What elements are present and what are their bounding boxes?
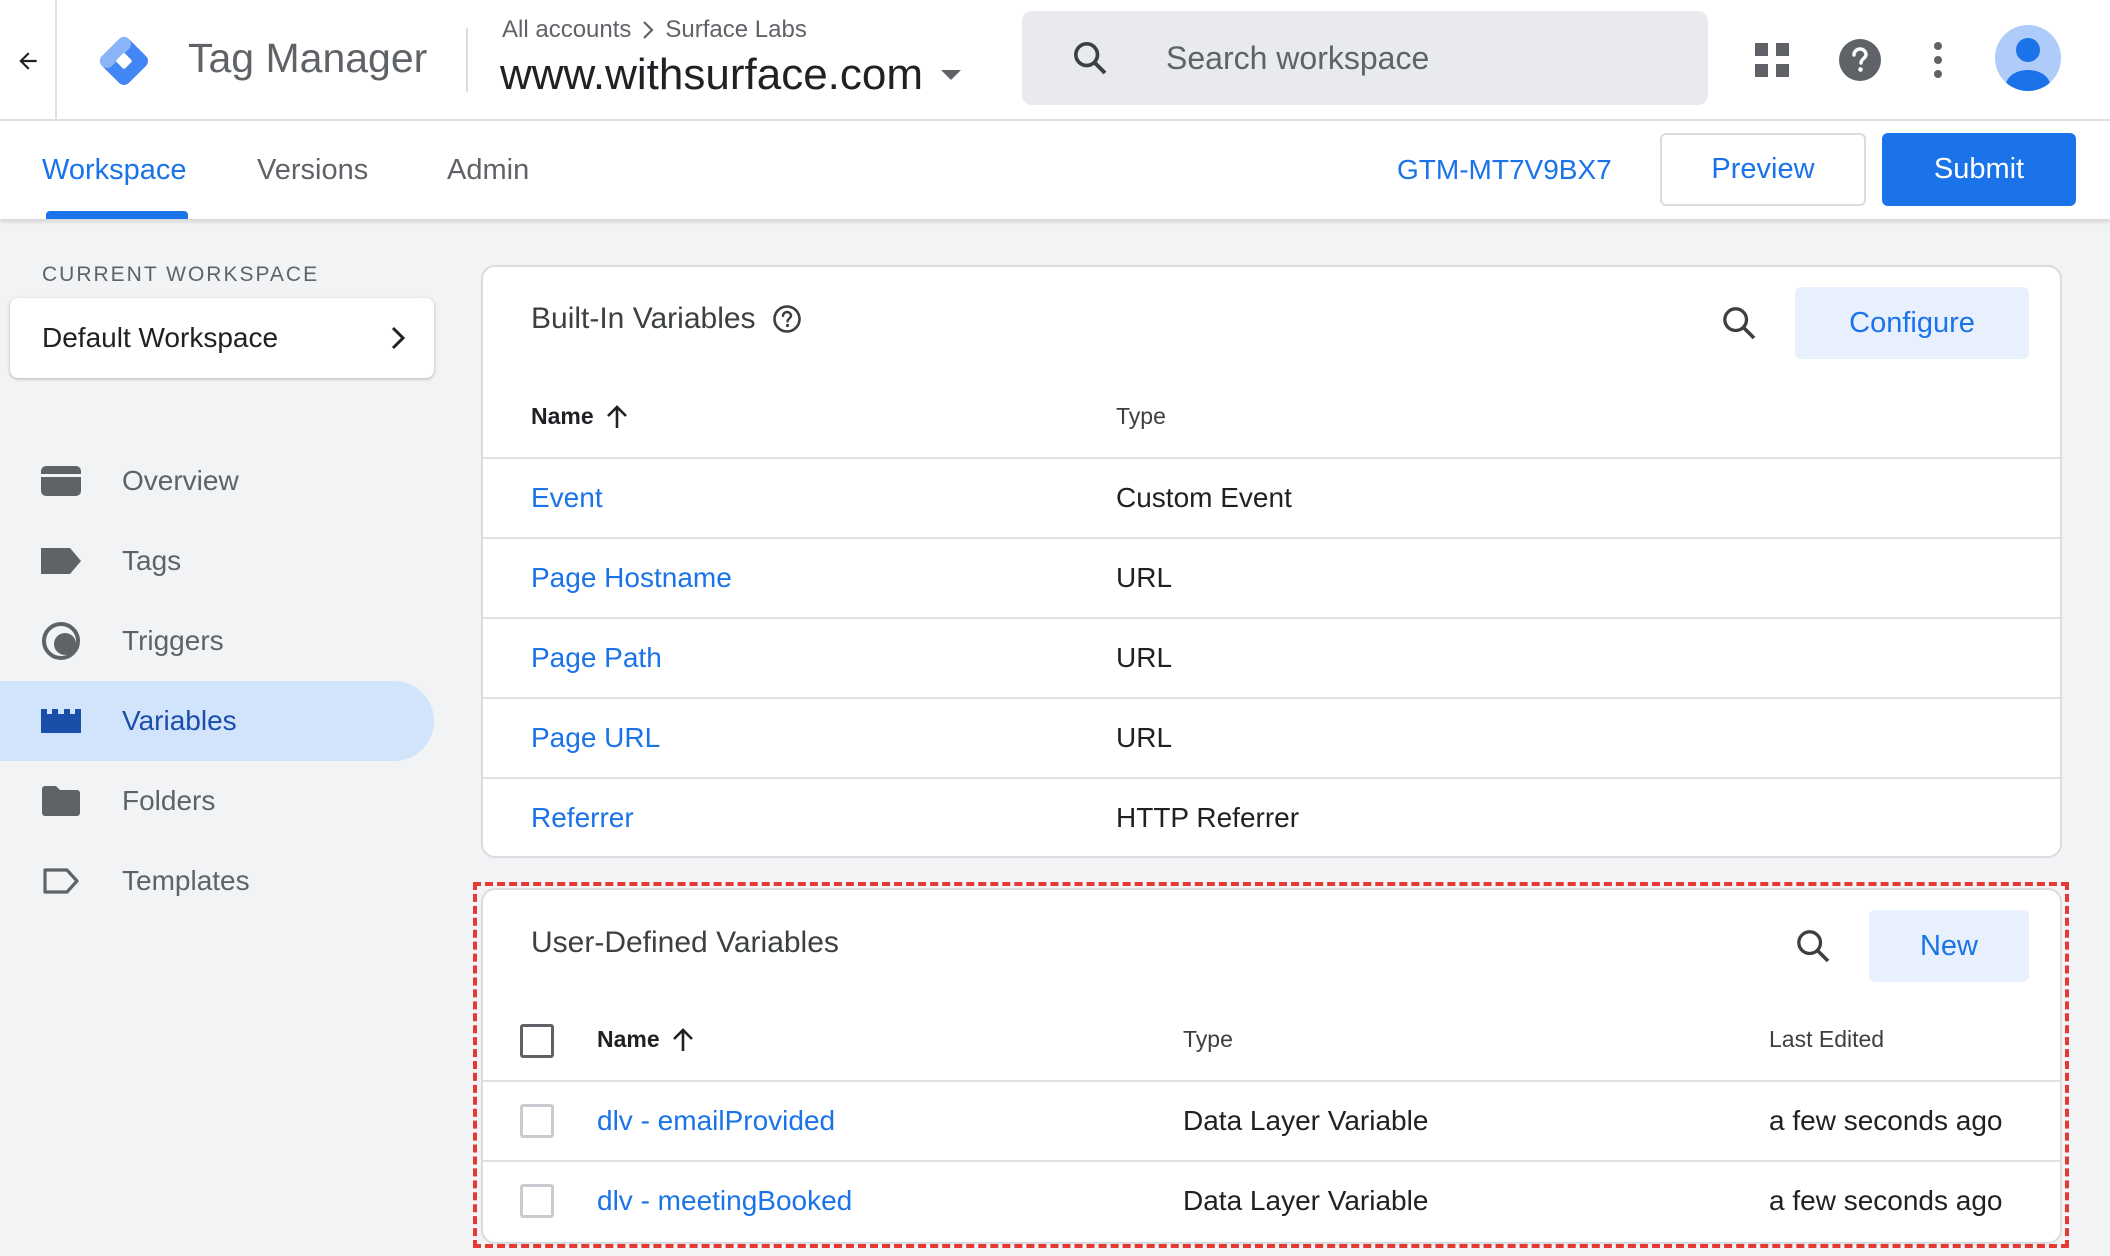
search-icon[interactable] bbox=[1719, 303, 1759, 343]
workspace-name: Default Workspace bbox=[42, 322, 279, 353]
tag-manager-logo-icon bbox=[92, 31, 156, 91]
help-outline-icon[interactable] bbox=[772, 304, 802, 334]
table-row[interactable]: Event Custom Event bbox=[483, 457, 2060, 537]
sidebar-item-label: Triggers bbox=[122, 625, 224, 656]
search-input[interactable] bbox=[1166, 39, 1686, 77]
breadcrumb-all-accounts[interactable]: All accounts bbox=[502, 16, 631, 44]
sidebar-item-templates[interactable]: Templates bbox=[0, 841, 434, 921]
template-icon bbox=[40, 860, 82, 902]
sidebar-item-overview[interactable]: Overview bbox=[0, 441, 434, 521]
tab-workspace[interactable]: Workspace bbox=[42, 121, 187, 219]
chevron-right-icon bbox=[643, 21, 654, 39]
breadcrumb[interactable]: All accounts Surface Labs bbox=[502, 16, 807, 44]
sidebar-item-label: Overview bbox=[122, 465, 239, 496]
variable-name-link[interactable]: Page Hostname bbox=[531, 539, 732, 617]
variable-name-link[interactable]: Referrer bbox=[531, 779, 634, 856]
variable-type: URL bbox=[1116, 642, 1173, 673]
variable-type: URL bbox=[1116, 562, 1173, 593]
column-header-name[interactable]: Name bbox=[531, 403, 628, 430]
variable-type: URL bbox=[1116, 722, 1173, 753]
back-arrow-icon bbox=[18, 51, 37, 70]
active-tab-indicator bbox=[46, 211, 188, 219]
submit-button[interactable]: Submit bbox=[1882, 133, 2076, 206]
chevron-right-icon bbox=[391, 326, 406, 350]
sidebar-item-variables[interactable]: Variables bbox=[0, 681, 434, 761]
trigger-icon bbox=[40, 620, 82, 662]
card-header: Built-In Variables bbox=[531, 302, 802, 336]
apps-grid-button[interactable] bbox=[1742, 30, 1802, 90]
more-vert-icon bbox=[1934, 42, 1942, 78]
sidebar-item-label: Folders bbox=[122, 785, 216, 816]
container-name: www.withsurface.com bbox=[500, 50, 924, 99]
column-header-type: Type bbox=[1116, 403, 1166, 429]
folder-icon bbox=[40, 780, 82, 822]
variable-name-link[interactable]: Event bbox=[531, 459, 603, 537]
sidebar-item-label: Templates bbox=[122, 865, 250, 896]
dropdown-caret-icon bbox=[941, 70, 962, 80]
app-name: Tag Manager bbox=[188, 35, 428, 81]
tab-versions[interactable]: Versions bbox=[257, 121, 368, 219]
container-selector[interactable]: www.withsurface.com bbox=[500, 48, 962, 102]
sidebar-item-tags[interactable]: Tags bbox=[0, 521, 434, 601]
breadcrumb-account[interactable]: Surface Labs bbox=[665, 16, 806, 44]
back-button[interactable] bbox=[0, 0, 57, 121]
sidebar-item-label: Tags bbox=[122, 545, 182, 576]
preview-button[interactable]: Preview bbox=[1660, 133, 1866, 206]
current-workspace-label: CURRENT WORKSPACE bbox=[42, 263, 320, 286]
top-app-bar: Tag Manager All accounts Surface Labs ww… bbox=[0, 0, 2110, 121]
sidebar-item-folders[interactable]: Folders bbox=[0, 761, 434, 841]
workspace-selector[interactable]: Default Workspace bbox=[10, 298, 434, 378]
configure-button[interactable]: Configure bbox=[1795, 287, 2029, 359]
account-avatar[interactable] bbox=[1995, 25, 2061, 91]
variable-type: HTTP Referrer bbox=[1116, 802, 1300, 833]
container-id-link[interactable]: GTM-MT7V9BX7 bbox=[1397, 121, 1612, 219]
variable-type: Custom Event bbox=[1116, 482, 1292, 513]
card-title: Built-In Variables bbox=[531, 302, 756, 335]
variables-icon bbox=[40, 700, 82, 742]
account-avatar-icon bbox=[2006, 38, 2050, 91]
tag-icon bbox=[40, 540, 82, 582]
help-icon bbox=[1839, 39, 1881, 81]
table-row[interactable]: Referrer HTTP Referrer bbox=[483, 777, 2060, 856]
variable-name-link[interactable]: Page URL bbox=[531, 699, 660, 777]
sidebar-item-triggers[interactable]: Triggers bbox=[0, 601, 434, 681]
table-row[interactable]: Page Path URL bbox=[483, 617, 2060, 697]
tab-admin[interactable]: Admin bbox=[447, 121, 529, 219]
arrow-upward-icon bbox=[606, 404, 627, 428]
overview-icon bbox=[40, 460, 82, 502]
divider bbox=[466, 28, 468, 92]
apps-grid-icon bbox=[1755, 43, 1789, 77]
help-button[interactable] bbox=[1830, 30, 1890, 90]
sidebar-item-label: Variables bbox=[122, 705, 237, 736]
search-icon bbox=[1070, 38, 1140, 78]
table-row[interactable]: Page Hostname URL bbox=[483, 537, 2060, 617]
built-in-variables-card: Built-In Variables Configure Name Type E… bbox=[481, 265, 2062, 858]
more-options-button[interactable] bbox=[1908, 30, 1968, 90]
table-row[interactable]: Page URL URL bbox=[483, 697, 2060, 777]
column-header-label: Name bbox=[531, 403, 594, 429]
workspace-toolbar: Workspace Versions Admin GTM-MT7V9BX7 Pr… bbox=[0, 121, 2110, 219]
variable-name-link[interactable]: Page Path bbox=[531, 619, 662, 697]
highlight-annotation bbox=[473, 882, 2069, 1248]
search-box[interactable] bbox=[1022, 11, 1708, 105]
